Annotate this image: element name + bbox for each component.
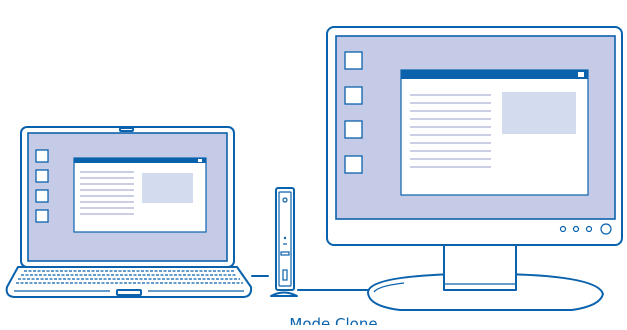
diagram-canvas: .ln { stroke: #0a62ad; stroke-width: 2; … xyxy=(5,26,623,311)
laptop xyxy=(5,126,253,298)
laptop-webcam xyxy=(119,127,134,132)
laptop-desktop-icon xyxy=(35,149,49,163)
laptop-window-thumbnail xyxy=(142,173,193,203)
laptop-desktop-icon xyxy=(35,169,49,183)
monitor-stand-neck xyxy=(443,243,517,291)
laptop-touchpad xyxy=(116,289,142,296)
dock-status-led xyxy=(283,236,287,240)
monitor-app-window xyxy=(400,69,589,196)
monitor-desktop-icon xyxy=(344,120,363,139)
laptop-app-window xyxy=(73,157,207,233)
monitor-desktop-icon xyxy=(344,155,363,174)
monitor-window-thumbnail xyxy=(502,92,576,134)
dock-stand xyxy=(270,291,298,297)
laptop-desktop-icon xyxy=(35,189,49,203)
mode-caption: Mode Clone xyxy=(289,315,378,325)
monitor xyxy=(326,26,623,311)
docking-station xyxy=(270,187,298,297)
monitor-desktop-icon xyxy=(344,86,363,105)
monitor-desktop-icon xyxy=(344,51,363,70)
laptop-desktop-icon xyxy=(35,209,49,223)
clone-mode-diagram: .ln { stroke: #0a62ad; stroke-width: 2; … xyxy=(0,0,627,325)
